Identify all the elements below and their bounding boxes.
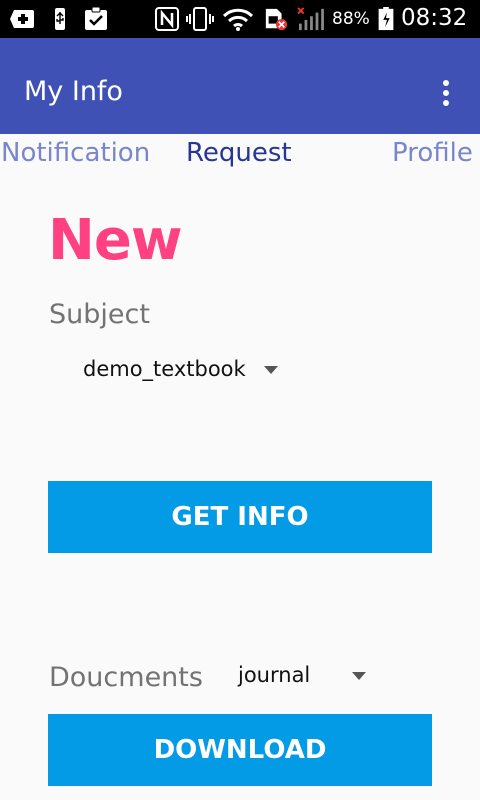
subject-spinner-value: demo_textbook [83,357,246,381]
documents-label: Doucments [49,662,203,693]
tab-request[interactable]: Request [186,138,292,168]
usb-icon [55,8,65,30]
dropdown-arrow-icon [352,672,366,680]
documents-spinner-value: journal [238,663,311,687]
signal-icon [297,7,324,31]
battery-percent: 88% [332,9,370,29]
get-info-button-label: GET INFO [171,502,309,532]
dropdown-arrow-icon [264,366,278,374]
overflow-menu-icon[interactable] [434,78,458,108]
get-info-button[interactable]: GET INFO [48,481,432,553]
add-box-icon [10,10,34,28]
status-clock: 08:32 [401,5,468,31]
app-toolbar: My Info [0,38,480,134]
wifi-icon [222,8,254,31]
nfc-icon [155,7,179,31]
battery-charging-icon [378,7,394,31]
vibrate-icon [186,7,214,31]
section-heading: New [48,208,183,273]
documents-spinner[interactable]: journal [238,663,378,693]
download-button-label: DOWNLOAD [153,735,327,765]
status-bar: 88% 08:32 [0,0,480,38]
tab-profile[interactable]: Profile [392,138,473,168]
screen: 88% 08:32 My Info Notification Request P… [0,0,480,800]
toolbar-title: My Info [24,76,123,107]
sim-error-icon [265,8,288,31]
tab-notification[interactable]: Notification [1,138,150,168]
subject-spinner[interactable]: demo_textbook [83,357,303,387]
download-button[interactable]: DOWNLOAD [48,714,432,786]
clipboard-check-icon [85,7,107,30]
subject-label: Subject [49,299,150,330]
